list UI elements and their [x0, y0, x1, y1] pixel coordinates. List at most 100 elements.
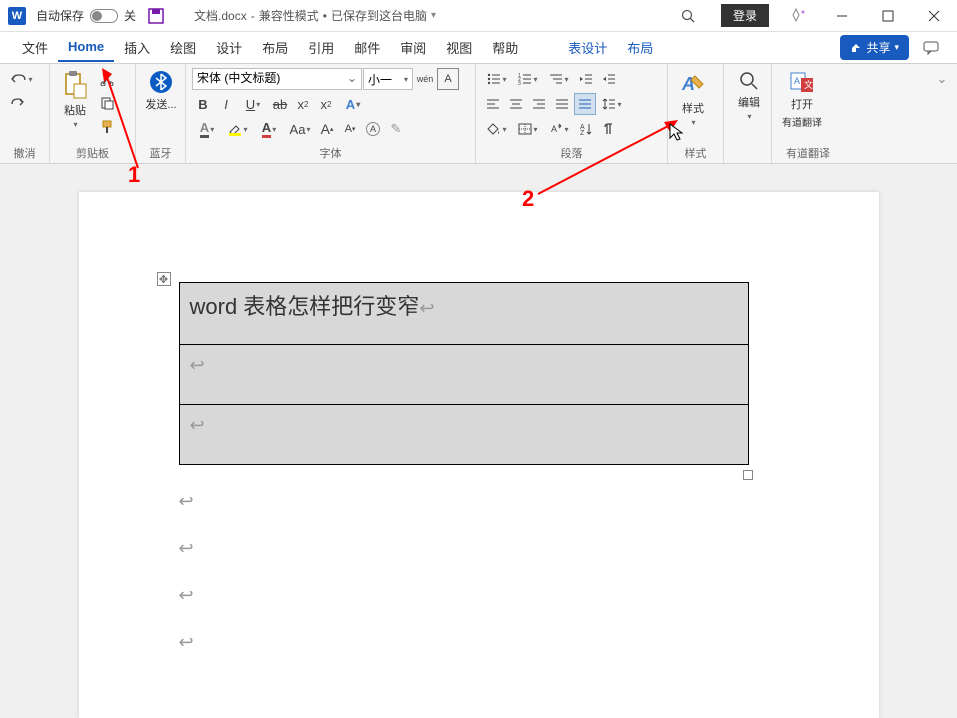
menu-table-design[interactable]: 表设计	[558, 32, 617, 63]
maximize-button[interactable]	[865, 0, 911, 32]
toggle-switch[interactable]	[90, 9, 118, 23]
show-marks-button[interactable]	[598, 118, 620, 140]
menu-mail[interactable]: 邮件	[344, 32, 390, 63]
editing-button[interactable]: 编辑▾	[730, 68, 768, 123]
increase-indent-button[interactable]	[598, 68, 620, 90]
superscript-button[interactable]: x2	[315, 93, 337, 115]
menu-draw[interactable]: 绘图	[160, 32, 206, 63]
table-move-handle[interactable]: ✥	[157, 272, 171, 286]
copy-button[interactable]	[96, 92, 118, 114]
save-icon[interactable]	[148, 8, 164, 24]
circled-char-button[interactable]: A	[362, 118, 384, 140]
redo-button[interactable]	[6, 92, 28, 114]
change-case-button[interactable]: Aa▾	[285, 118, 315, 140]
char-border-button[interactable]: A	[437, 68, 459, 90]
bold-button[interactable]: B	[192, 93, 214, 115]
cut-button[interactable]	[96, 68, 118, 90]
shrink-font-button[interactable]: A▾	[339, 118, 361, 140]
paragraph[interactable]: ↩	[179, 491, 779, 512]
paragraph-mark-icon: ↩	[179, 538, 194, 558]
group-label-clipboard: 剪贴板	[56, 143, 129, 161]
svg-text:A: A	[551, 124, 557, 134]
underline-button[interactable]: U▾	[238, 93, 268, 115]
paragraph[interactable]: ↩	[179, 585, 779, 606]
autosave-label: 自动保存	[36, 7, 84, 24]
mic-sparkle-icon[interactable]	[779, 0, 819, 32]
styles-button[interactable]: A 样式▾	[674, 68, 712, 129]
login-button[interactable]: 登录	[721, 4, 769, 27]
align-center-button[interactable]	[505, 93, 527, 115]
menu-home[interactable]: Home	[58, 33, 114, 62]
paragraph-mark-icon: ↩	[179, 585, 194, 605]
distribute-button[interactable]	[574, 93, 596, 115]
youdao-translate-button[interactable]: A文 打开 有道翻译	[778, 68, 826, 131]
justify-button[interactable]	[551, 93, 573, 115]
menu-references[interactable]: 引用	[298, 32, 344, 63]
ribbon-group-youdao: A文 打开 有道翻译 有道翻译	[772, 64, 844, 163]
svg-text:A: A	[794, 76, 800, 86]
menu-insert[interactable]: 插入	[114, 32, 160, 63]
table-cell[interactable]: ↩	[179, 405, 748, 465]
text-effects-button[interactable]: A▾	[338, 93, 368, 115]
close-button[interactable]	[911, 0, 957, 32]
subscript-button[interactable]: x2	[292, 93, 314, 115]
font-color-button[interactable]: A▾	[192, 118, 222, 140]
paragraph-mark-icon: ↩	[190, 355, 205, 375]
italic-button[interactable]: I	[215, 93, 237, 115]
comments-button[interactable]	[917, 34, 945, 62]
doc-name: 文档.docx	[194, 7, 247, 24]
autosave-toggle[interactable]: 自动保存 关	[36, 7, 136, 24]
line-spacing-button[interactable]: ▾	[597, 93, 627, 115]
menu-design[interactable]: 设计	[206, 32, 252, 63]
decrease-indent-button[interactable]	[575, 68, 597, 90]
menu-layout[interactable]: 布局	[252, 32, 298, 63]
paste-button[interactable]: 粘贴 ▾	[56, 68, 94, 131]
grow-font-button[interactable]: A▴	[316, 118, 338, 140]
pinyin-guide-button[interactable]: wén	[414, 68, 436, 90]
ribbon-group-styles: A 样式▾ 样式	[668, 64, 724, 163]
menu-help[interactable]: 帮助	[482, 32, 528, 63]
document-table[interactable]: word 表格怎样把行变窄↩ ↩ ↩	[179, 282, 749, 465]
bullets-button[interactable]: ▾	[482, 68, 512, 90]
sort-button[interactable]: AZ	[575, 118, 597, 140]
clear-format-button[interactable]: ✎	[385, 118, 407, 140]
table-cell[interactable]: word 表格怎样把行变窄↩	[179, 283, 748, 345]
numbering-button[interactable]: 123▾	[513, 68, 543, 90]
font-size-select[interactable]: 小一▾	[363, 68, 413, 90]
font-family-select[interactable]: 宋体 (中文标题)	[192, 68, 362, 90]
ribbon-group-editing: 编辑▾	[724, 64, 772, 163]
autosave-state: 关	[124, 7, 136, 24]
shading-button[interactable]: ▾	[482, 118, 512, 140]
share-button[interactable]: 共享 ▾	[840, 35, 909, 60]
menu-view[interactable]: 视图	[436, 32, 482, 63]
align-right-button[interactable]	[528, 93, 550, 115]
paragraph[interactable]: ↩	[179, 632, 779, 653]
menu-table-layout[interactable]: 布局	[617, 32, 663, 63]
align-left-button[interactable]	[482, 93, 504, 115]
multilevel-list-button[interactable]: ▾	[544, 68, 574, 90]
svg-text:Z: Z	[580, 130, 585, 136]
ribbon-group-paragraph: ▾ 123▾ ▾ ▾ ▾ ▾ A▾ AZ 段落	[476, 64, 668, 163]
ribbon-group-font: 宋体 (中文标题) 小一▾ wén A B I U▾ ab x2 x2 A▾ A…	[186, 64, 476, 163]
paragraph[interactable]: ↩	[179, 538, 779, 559]
table-cell[interactable]: ↩	[179, 345, 748, 405]
menu-file[interactable]: 文件	[12, 32, 58, 63]
document-title[interactable]: 文档.docx - 兼容性模式 • 已保存到这台电脑 ▾	[194, 7, 436, 24]
group-label-styles: 样式	[674, 143, 717, 161]
borders-button[interactable]: ▾	[513, 118, 543, 140]
table-resize-handle[interactable]	[743, 470, 753, 480]
highlight-button[interactable]: ▾	[223, 118, 253, 140]
format-painter-button[interactable]	[96, 116, 118, 138]
strikethrough-button[interactable]: ab	[269, 93, 291, 115]
bluetooth-send-button[interactable]: 发送...	[142, 68, 180, 114]
ribbon-collapse-button[interactable]: ⌄	[931, 68, 953, 90]
char-spacing-button[interactable]: A▾	[544, 118, 574, 140]
ribbon: ▾ 撤消 粘贴 ▾ 剪贴板 发送... 蓝牙	[0, 64, 957, 164]
group-label-undo: 撤消	[6, 143, 43, 161]
font-color2-button[interactable]: A▾	[254, 118, 284, 140]
menu-review[interactable]: 审阅	[390, 32, 436, 63]
undo-button[interactable]: ▾	[6, 68, 36, 90]
minimize-button[interactable]	[819, 0, 865, 32]
search-button[interactable]	[665, 0, 711, 32]
page[interactable]: ✥ word 表格怎样把行变窄↩ ↩ ↩ ↩ ↩ ↩ ↩	[79, 192, 879, 718]
